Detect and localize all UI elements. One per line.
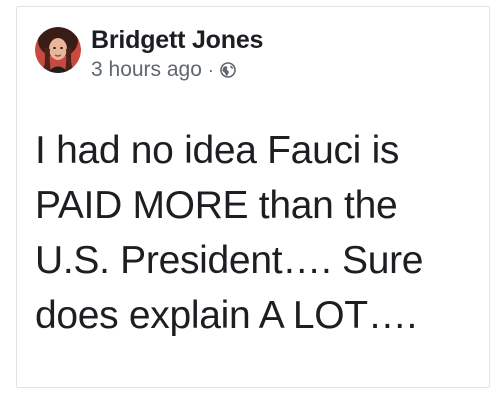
post-header: Bridgett Jones 3 hours ago · [35,25,263,82]
profile-photo-icon [35,27,81,73]
author-block: Bridgett Jones 3 hours ago · [91,25,263,82]
globe-icon[interactable] [220,62,236,78]
post-meta: 3 hours ago · [91,58,263,82]
post-card: Bridgett Jones 3 hours ago · I had no id… [16,6,490,388]
post-body-text: I had no idea Fauci is PAID MORE than th… [35,129,424,337]
author-avatar[interactable] [35,27,81,73]
author-name[interactable]: Bridgett Jones [91,25,263,55]
post-timestamp[interactable]: 3 hours ago [91,58,202,82]
meta-separator: · [207,60,214,80]
